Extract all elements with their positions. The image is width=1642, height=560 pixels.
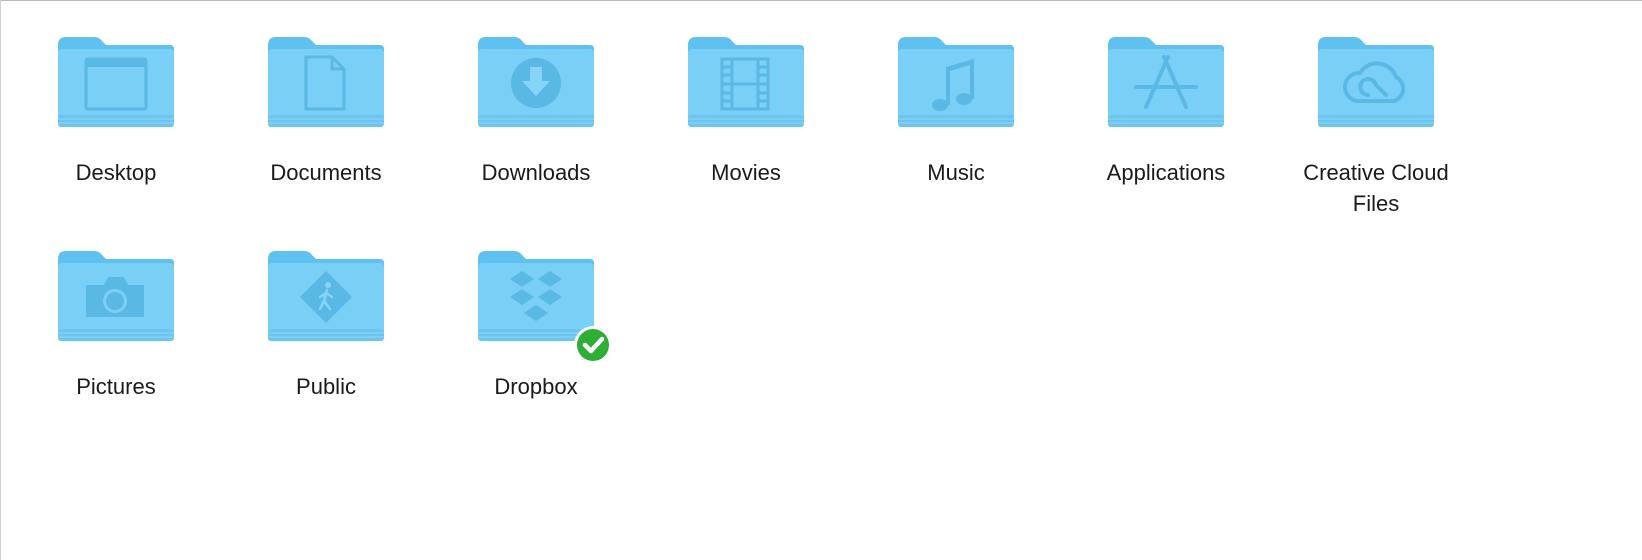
folder-label: Movies bbox=[711, 160, 781, 185]
finder-icon-grid: Desktop Documents Downloads Movies Music… bbox=[0, 0, 1642, 560]
pictures-folder-icon bbox=[54, 247, 178, 347]
creative-cloud-folder-icon bbox=[1314, 33, 1438, 133]
folder-item-pictures[interactable]: Pictures bbox=[16, 247, 216, 402]
desktop-folder-icon bbox=[54, 33, 178, 133]
applications-folder-icon bbox=[1104, 33, 1228, 133]
folder-item-applications[interactable]: Applications bbox=[1066, 33, 1266, 188]
folder-item-documents[interactable]: Documents bbox=[226, 33, 426, 188]
folder-label: Music bbox=[927, 160, 985, 185]
folder-item-downloads[interactable]: Downloads bbox=[436, 33, 636, 188]
folder-label: Creative Cloud Files bbox=[1276, 157, 1476, 219]
folder-label: Downloads bbox=[481, 160, 591, 185]
folder-item-music[interactable]: Music bbox=[856, 33, 1056, 188]
folder-item-creative-cloud-files[interactable]: Creative Cloud Files bbox=[1276, 33, 1476, 219]
folder-label-line2: Files bbox=[1352, 191, 1400, 216]
downloads-folder-icon bbox=[474, 33, 598, 133]
folder-label: Public bbox=[296, 374, 356, 399]
checkmark-badge-icon bbox=[574, 326, 612, 364]
folder-item-movies[interactable]: Movies bbox=[646, 33, 846, 188]
dropbox-folder-icon bbox=[474, 247, 612, 364]
folder-label: Applications bbox=[1106, 160, 1226, 185]
folder-item-dropbox[interactable]: Dropbox bbox=[436, 247, 636, 402]
public-folder-icon bbox=[264, 247, 388, 347]
folder-item-desktop[interactable]: Desktop bbox=[16, 33, 216, 188]
documents-folder-icon bbox=[264, 33, 388, 133]
folder-label-line1: Creative Cloud bbox=[1303, 160, 1449, 185]
music-folder-icon bbox=[894, 33, 1018, 133]
movies-folder-icon bbox=[684, 33, 808, 133]
folder-label: Pictures bbox=[76, 374, 156, 399]
folder-item-public[interactable]: Public bbox=[226, 247, 426, 402]
folder-label: Dropbox bbox=[494, 374, 578, 399]
folder-label: Documents bbox=[270, 160, 382, 185]
folder-label: Desktop bbox=[75, 160, 157, 185]
download-arrow-icon bbox=[511, 58, 561, 108]
